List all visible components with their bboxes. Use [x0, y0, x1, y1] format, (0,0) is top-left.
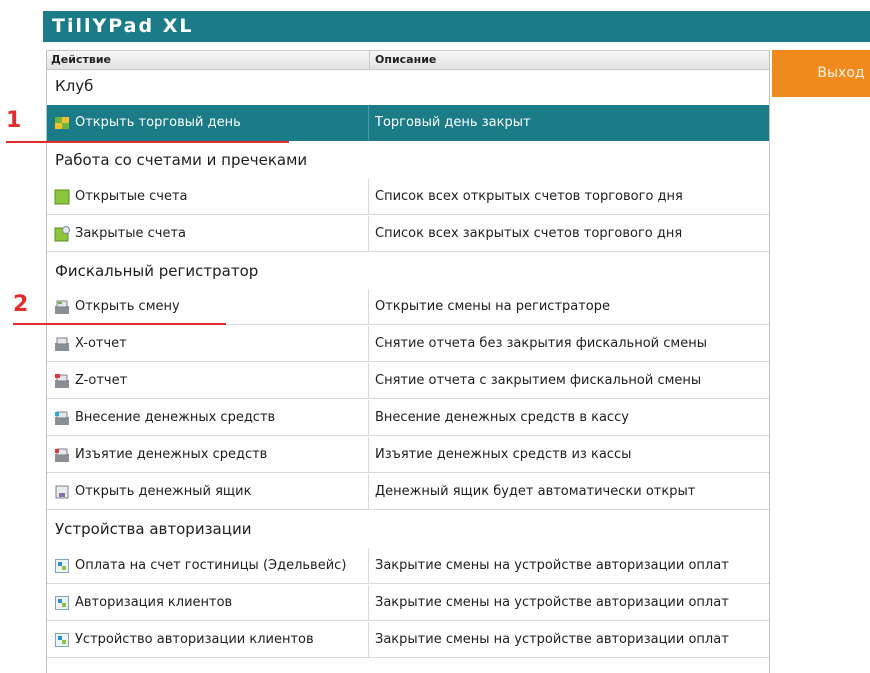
app-logo: TillYPad XL — [52, 15, 194, 37]
table-row[interactable]: Z-отчет Снятие отчета с закрытием фискаль… — [47, 363, 769, 400]
description-label: Снятие отчета с закрытием фискальной сме… — [375, 373, 702, 389]
group-label: Клуб — [55, 77, 94, 95]
action-cell — [47, 68, 769, 103]
group-row: Работа со счетами и пречеками — [47, 142, 769, 178]
description-label: Денежный ящик будет автоматически открыт — [375, 483, 696, 499]
action-label: Закрытые счета — [75, 225, 187, 241]
description-label: Изъятие денежных средств из кассы — [375, 447, 632, 462]
annotation-underline-1 — [6, 141, 289, 143]
column-divider — [369, 51, 370, 69]
title-bar: TillYPad XL — [43, 11, 870, 42]
description-label: Торговый день закрыт — [375, 114, 531, 130]
cash-out-icon — [54, 447, 70, 463]
exit-button[interactable]: Выход — [772, 50, 870, 97]
annotation-underline-2 — [13, 323, 226, 325]
open-day-icon — [54, 115, 70, 131]
action-label: Открыть денежный ящик — [75, 483, 252, 499]
table-row[interactable]: Оплата на счет гостиницы (Эдельвейс) Закр… — [47, 547, 769, 584]
annotation-marker-1: 1 — [6, 108, 22, 133]
description-label: Открытие смены на регистраторе — [375, 299, 611, 315]
action-label: Изъятие денежных средств — [75, 447, 268, 462]
group-label: Работа со счетами и пречеками — [55, 150, 308, 169]
description-label: Закрытие смены на устройстве авторизации… — [375, 594, 729, 610]
action-label: X-отчет — [75, 336, 127, 352]
action-label: Открытые счета — [75, 188, 188, 204]
column-header-description[interactable]: Описание — [375, 53, 436, 66]
cash-drawer-icon — [54, 484, 70, 500]
table-row[interactable]: Открыть смену Открытие смены на регистрат… — [47, 289, 769, 326]
table-row[interactable]: Изъятие денежных средств Изъятие денежных… — [47, 437, 769, 473]
closed-bills-icon — [54, 225, 70, 242]
group-label: Устройства авторизации — [55, 519, 252, 538]
group-row: Фискальный регистратор — [47, 253, 769, 289]
action-label: Устройство авторизации клиентов — [75, 631, 314, 647]
auth-device-icon — [54, 558, 70, 574]
table-row[interactable]: Устройство авторизации клиентов Закрытие … — [47, 621, 769, 658]
table-row[interactable]: Авторизация клиентов Закрытие смены на ус… — [47, 584, 769, 621]
table-row[interactable]: X-отчет Снятие отчета без закрытия фискал… — [47, 326, 769, 363]
action-table: Действие Описание Клуб Открыть торговый д… — [46, 50, 770, 673]
description-label: Закрытие смены на устройстве авторизации… — [375, 631, 729, 647]
table-row[interactable]: Закрытые счета Список всех закрытых счето… — [47, 215, 769, 252]
table-row[interactable]: Внесение денежных средств Внесение денежн… — [47, 400, 769, 437]
open-shift-icon — [54, 299, 70, 315]
description-label: Закрытие смены на устройстве авторизации… — [375, 557, 729, 573]
group-row: Устройства авторизации — [47, 511, 769, 547]
annotation-marker-2: 2 — [13, 292, 29, 317]
action-label: Открыть смену — [75, 299, 180, 315]
action-label: Авторизация клиентов — [75, 594, 233, 610]
table-row[interactable]: Открыть торговый день Торговый день закры… — [47, 104, 769, 141]
table-header: Действие Описание — [47, 50, 769, 70]
description-label: Снятие отчета без закрытия фискальной см… — [375, 336, 707, 352]
description-label: Список всех закрытых счетов торгового дн… — [375, 225, 683, 241]
auth-device-icon — [54, 595, 70, 611]
group-row: Клуб — [47, 68, 769, 104]
open-bills-icon — [54, 189, 70, 205]
action-label: Открыть торговый день — [75, 114, 241, 130]
table-row[interactable]: Открытые счета Список всех открытых счето… — [47, 178, 769, 215]
cash-in-icon — [54, 410, 70, 426]
auth-device-icon — [54, 632, 70, 648]
action-label: Оплата на счет гостиницы (Эдельвейс) — [75, 557, 347, 573]
z-report-icon — [54, 373, 70, 389]
column-header-action[interactable]: Действие — [51, 53, 111, 66]
table-row[interactable]: Открыть денежный ящик Денежный ящик будет… — [47, 473, 769, 510]
description-label: Список всех открытых счетов торгового дн… — [375, 188, 683, 204]
group-label: Фискальный регистратор — [55, 261, 259, 280]
action-label: Внесение денежных средств — [75, 410, 276, 426]
description-label: Внесение денежных средств в кассу — [375, 410, 629, 426]
action-label: Z-отчет — [75, 373, 128, 389]
x-report-icon — [54, 336, 70, 352]
